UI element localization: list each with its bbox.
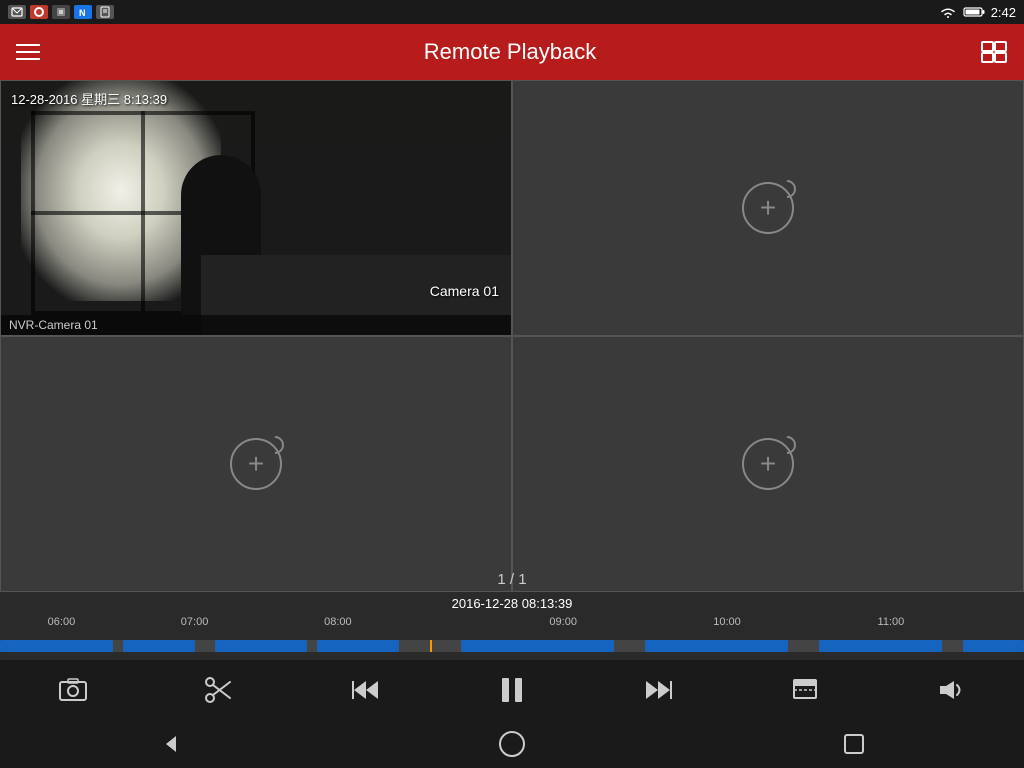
app-bar: Remote Playback	[0, 24, 1024, 80]
time-label-0700: 07:00	[181, 616, 209, 628]
camera-cell-4[interactable]	[512, 336, 1024, 592]
track-segment-8	[963, 640, 1024, 652]
svg-text:N: N	[79, 8, 86, 18]
timeline-datetime: 2016-12-28 08:13:39	[452, 596, 573, 611]
video-grid: 12-28-2016 星期三 8:13:39 Camera 01 NVR-Cam…	[0, 80, 1024, 592]
status-icons-left: N	[8, 5, 114, 19]
fast-forward-button[interactable]	[636, 668, 680, 712]
nav-bar	[0, 720, 1024, 768]
timeline-time: 08:13:39	[522, 596, 573, 611]
recent-apps-button[interactable]	[842, 732, 866, 756]
track-segment-4	[317, 640, 399, 652]
time-label-0800: 08:00	[324, 616, 352, 628]
back-button[interactable]	[158, 732, 182, 756]
timeline-date: 2016-12-28	[452, 596, 519, 611]
screenshot-button[interactable]	[51, 668, 95, 712]
notification-icon	[8, 5, 26, 19]
rewind-button[interactable]	[344, 668, 388, 712]
battery-icon	[963, 6, 985, 18]
camera-source-label: NVR-Camera 01	[1, 315, 511, 335]
time-label-1000: 10:00	[713, 616, 741, 628]
menu-button[interactable]	[16, 44, 40, 60]
home-button[interactable]	[498, 730, 526, 758]
camera-cell-3[interactable]	[0, 336, 512, 592]
camera-cell-1[interactable]: 12-28-2016 星期三 8:13:39 Camera 01 NVR-Cam…	[0, 80, 512, 336]
timeline-track[interactable]	[0, 640, 1024, 652]
track-segment-2	[123, 640, 195, 652]
track-segment-1	[0, 640, 113, 652]
camera-name-overlay: Camera 01	[430, 283, 499, 299]
add-camera-button-2[interactable]	[742, 182, 794, 234]
track-segment-6	[645, 640, 788, 652]
playhead[interactable]	[430, 640, 432, 652]
app-icon-4	[96, 5, 114, 19]
add-camera-button-3[interactable]	[230, 438, 282, 490]
camera-cell-2[interactable]	[512, 80, 1024, 336]
app-icon-1	[30, 5, 48, 19]
track-segment-7	[819, 640, 942, 652]
track-segment-3	[215, 640, 307, 652]
app-title: Remote Playback	[424, 39, 596, 65]
wifi-icon	[939, 5, 957, 19]
pause-button[interactable]	[490, 668, 534, 712]
time-label-1100: 11:00	[878, 616, 905, 628]
status-icons-right: 2:42	[939, 5, 1016, 20]
trim-button[interactable]	[197, 668, 241, 712]
grid-view-button[interactable]	[980, 40, 1008, 64]
app-icon-3: N	[74, 5, 92, 19]
status-bar: N 2:42	[0, 0, 1024, 24]
add-camera-button-4[interactable]	[742, 438, 794, 490]
track-segment-5	[461, 640, 615, 652]
time-display: 2:42	[991, 5, 1016, 20]
camera-timestamp: 12-28-2016 星期三 8:13:39	[11, 89, 167, 108]
app-icon-2	[52, 5, 70, 19]
timeline-labels: 06:00 07:00 08:00 09:00 10:00 11:00	[0, 616, 1024, 632]
timeline[interactable]: 2016-12-28 08:13:39 06:00 07:00 08:00 09…	[0, 592, 1024, 660]
controls-bar	[0, 660, 1024, 720]
clip-button[interactable]	[783, 668, 827, 712]
time-label-0900: 09:00	[549, 616, 577, 628]
time-label-0600: 06:00	[48, 616, 76, 628]
volume-button[interactable]	[929, 668, 973, 712]
